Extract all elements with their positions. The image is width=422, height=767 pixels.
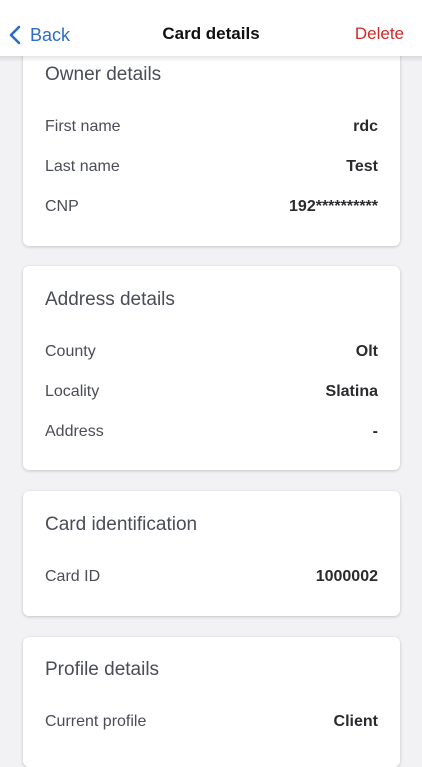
locality-label: Locality	[45, 383, 100, 400]
locality-value: Slatina	[325, 383, 378, 400]
navigation-bar: Back Card details Delete	[0, 0, 422, 56]
address-value: -	[372, 423, 378, 440]
navigation-bar-shadow	[0, 56, 422, 62]
card-id-label: Card ID	[45, 568, 101, 585]
county-label: County	[45, 343, 96, 360]
chevron-left-icon	[9, 25, 21, 45]
card-id-value: 1000002	[315, 568, 378, 585]
cnp-label: CNP	[45, 198, 79, 215]
back-button[interactable]: Back	[8, 22, 70, 48]
last-name-value: Test	[346, 158, 378, 175]
profile-details-card: Profile details Current profile Client	[23, 637, 400, 767]
county-value: Olt	[355, 343, 378, 360]
first-name-value: rdc	[353, 118, 378, 135]
current-profile-value: Client	[333, 713, 378, 730]
current-profile-label: Current profile	[45, 713, 147, 730]
delete-button[interactable]: Delete	[355, 24, 404, 44]
card-identification-card: Card identification Card ID 1000002	[23, 491, 400, 616]
address-details-card: Address details County Olt Locality Slat…	[23, 266, 400, 470]
address-details-title: Address details	[45, 289, 175, 310]
card-identification-title: Card identification	[45, 514, 198, 535]
profile-details-title: Profile details	[45, 659, 160, 680]
owner-details-card: Owner details First name rdc Last name T…	[23, 40, 400, 246]
last-name-label: Last name	[45, 158, 120, 175]
cnp-value: 192**********	[289, 198, 378, 215]
first-name-label: First name	[45, 118, 121, 135]
address-label: Address	[45, 423, 104, 440]
back-button-label: Back	[30, 24, 71, 45]
owner-details-title: Owner details	[45, 64, 162, 85]
